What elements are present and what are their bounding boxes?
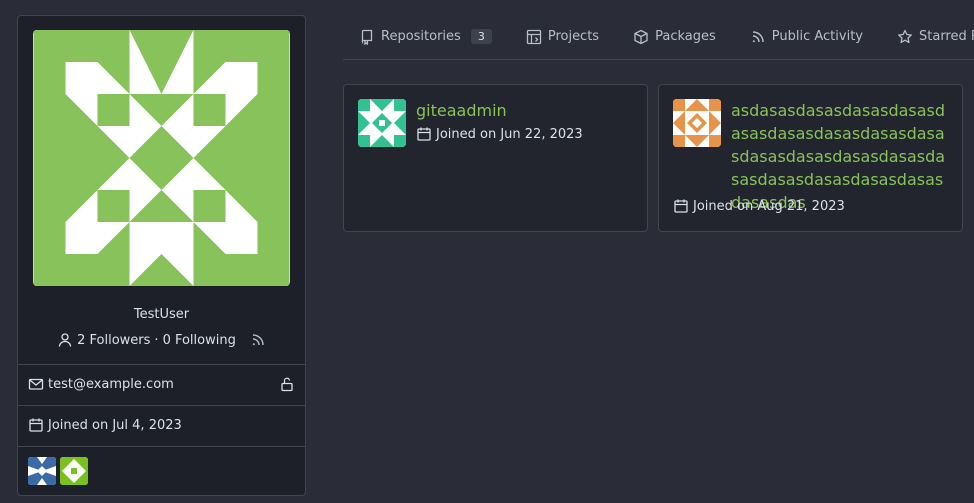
unlock-icon[interactable] [279,376,295,392]
following-link[interactable]: 0 Following [163,333,236,348]
profile-tabs: Repositories 3 Projects Packages Public … [343,14,974,60]
profile-avatar[interactable] [33,30,290,286]
sidebar-divider [18,364,305,365]
user-joined-date: Joined on Aug 21, 2023 [693,198,845,214]
follow-separator: · [154,332,159,348]
tab-label: Repositories [381,29,461,44]
rss-icon[interactable] [250,332,266,348]
user-joined: Joined on Jun 22, 2023 [416,126,635,142]
user-name-link[interactable]: asdasasdasasdasasdasasdasasdasasdasasdas… [731,99,946,214]
user-name-link[interactable]: giteaadmin [416,99,635,122]
rss-icon [750,29,766,45]
project-icon [526,29,542,45]
joined-date: Joined on Jul 4, 2023 [48,417,182,433]
user-avatar[interactable] [358,99,406,147]
organizations-list [28,457,88,485]
calendar-icon [28,417,44,433]
followers-link[interactable]: 2 Followers [77,333,150,348]
email-row: test@example.com [28,376,295,392]
follow-stats: 2 Followers · 0 Following [18,332,305,348]
tab-projects[interactable]: Projects [509,14,616,60]
tab-starred[interactable]: Starred Re [880,14,974,60]
user-joined: Joined on Aug 21, 2023 [673,198,845,214]
tab-packages[interactable]: Packages [616,14,733,60]
mail-icon [28,376,44,392]
calendar-icon [673,198,689,214]
tab-label: Public Activity [771,29,863,44]
sidebar-divider [18,405,305,406]
tab-label: Packages [655,29,716,44]
repo-count-badge: 3 [470,29,492,44]
calendar-icon [416,126,432,142]
star-icon [897,29,913,45]
tab-label: Starred Re [919,29,974,44]
email-link[interactable]: test@example.com [48,377,174,392]
tab-label: Projects [547,29,600,44]
package-icon [633,29,649,45]
person-icon [57,332,73,348]
profile-sidebar: TestUser 2 Followers · 0 Following test@… [17,15,306,496]
profile-username: TestUser [133,307,190,322]
sidebar-divider [18,446,305,447]
org-avatar[interactable] [60,457,88,485]
user-card: giteaadmin Joined on Jun 22, 2023 [343,84,648,232]
tab-public-activity[interactable]: Public Activity [733,14,880,60]
user-joined-date: Joined on Jun 22, 2023 [436,126,583,142]
user-avatar[interactable] [673,99,721,147]
user-card: asdasasdasasdasasdasasdasasdasasdasasdas… [658,84,963,232]
repo-icon [359,29,375,45]
org-avatar[interactable] [28,457,56,485]
user-profile-page: TestUser 2 Followers · 0 Following test@… [0,0,974,503]
tab-repositories[interactable]: Repositories 3 [343,14,509,60]
joined-row: Joined on Jul 4, 2023 [28,417,295,433]
